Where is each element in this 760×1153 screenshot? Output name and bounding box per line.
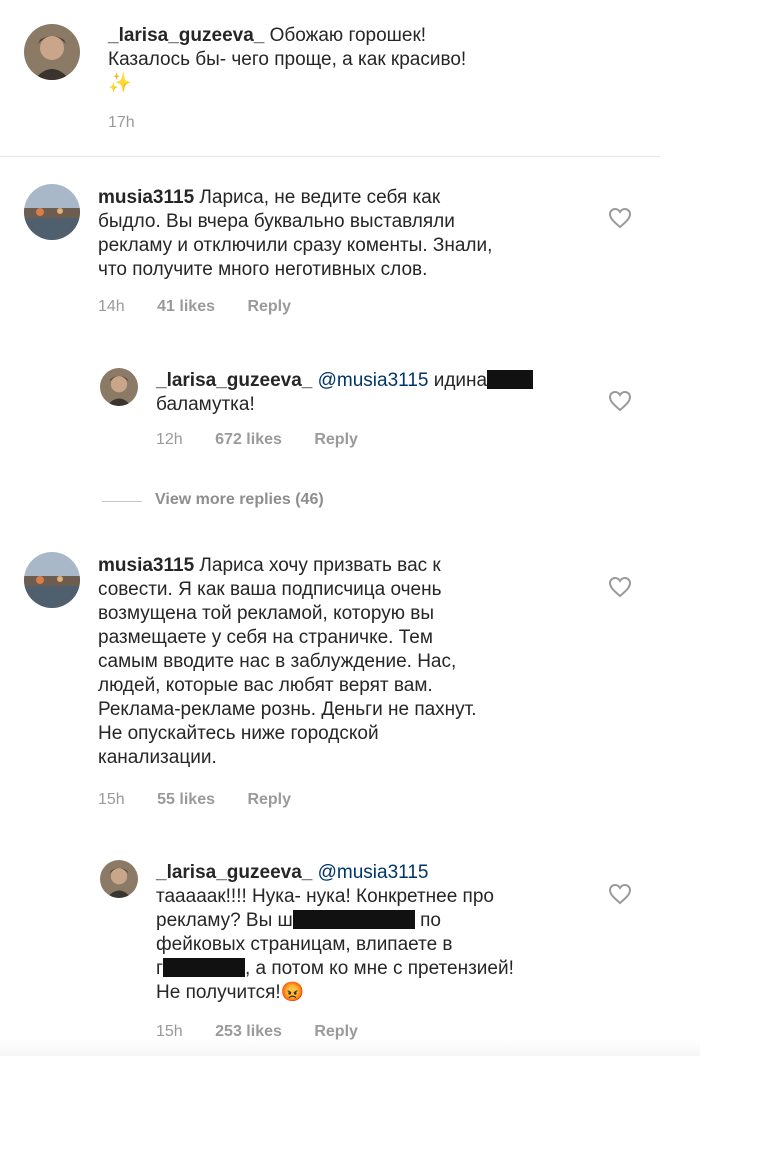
caption-username[interactable]: _larisa_guzeeva_	[108, 25, 264, 46]
musia-avatar-2[interactable]	[24, 552, 80, 608]
larisa-reply-avatar[interactable]	[100, 368, 138, 406]
redaction-bar	[487, 370, 534, 389]
larisa-avatar[interactable]	[24, 24, 80, 80]
comment-1-username[interactable]: musia3115	[98, 187, 194, 208]
musia-avatar[interactable]	[24, 184, 80, 240]
reply-2-line3: фейковых страницам, влипаете в	[156, 934, 453, 955]
comment-2-line6: людей, которые вас любят верят вам.	[98, 675, 433, 696]
comment-2-reply-button[interactable]: Reply	[247, 791, 291, 808]
reply-2-line2a: рекламу? Вы ш	[156, 910, 293, 931]
reply-2-line4a: г	[156, 958, 163, 979]
reply-1-username[interactable]: _larisa_guzeeva_	[156, 370, 312, 391]
larisa-reply-avatar-2[interactable]	[100, 860, 138, 898]
reply-1-reply-button[interactable]: Reply	[314, 431, 358, 448]
caption-line1: Обожаю горошек!	[269, 25, 427, 46]
redaction-bar-3	[162, 958, 245, 977]
comment-1-like-heart-icon[interactable]	[608, 207, 632, 229]
divider	[0, 156, 660, 157]
reply-1-text: _larisa_guzeeva_ @musia3115 идина баламу…	[156, 369, 596, 417]
reply-2-meta: 15h 253 likes Reply	[156, 1023, 386, 1041]
panel-bottom-edge	[0, 1040, 700, 1056]
comment-2-line4: размещаете у себя на страничке. Тем	[98, 627, 433, 648]
comment-2-line5: самым вводите нас в заблуждение. Нас,	[98, 651, 457, 672]
comment-2-likes[interactable]: 55 likes	[157, 791, 215, 808]
comment-2-time: 15h	[98, 791, 125, 808]
comment-1-line1: Лариса, не ведите себя как	[199, 187, 441, 208]
reply-2-likes[interactable]: 253 likes	[215, 1023, 282, 1040]
reply-2-line4b: , а потом ко мне с претензией!	[244, 958, 514, 979]
comment-2-line8: Не опускайтесь ниже городской	[98, 723, 379, 744]
comment-2-text: musia3115 Лариса хочу призвать вас к сов…	[98, 554, 598, 770]
view-more-replies-button[interactable]: View more replies (46)	[155, 491, 324, 509]
reply-2-line1: таааaак!!!! Нука- нука! Конкретнее про	[156, 886, 494, 907]
comment-1-time: 14h	[98, 298, 125, 315]
comment-1-line3: рекламу и отключили сразу коменты. Знали…	[98, 235, 493, 256]
reply-1-likes[interactable]: 672 likes	[215, 431, 282, 448]
comment-2-like-heart-icon[interactable]	[608, 576, 632, 598]
reply-1-line2: баламутка!	[156, 394, 255, 415]
comment-1-likes[interactable]: 41 likes	[157, 298, 215, 315]
comment-1-line2: быдло. Вы вчера буквально выставляли	[98, 211, 455, 232]
reply-2-time: 15h	[156, 1023, 183, 1040]
reply-2-username[interactable]: _larisa_guzeeva_	[156, 862, 312, 883]
reply-2-text: _larisa_guzeeva_ @musia3115 таааaак!!!! …	[156, 861, 596, 1005]
comment-2-line2: совести. Я как ваша подписчица очень	[98, 579, 442, 600]
redaction-bar-2	[292, 910, 415, 929]
caption-meta: 17h	[108, 114, 163, 132]
view-more-line	[102, 501, 142, 502]
reply-1-meta: 12h 672 likes Reply	[156, 431, 386, 449]
comments-panel: _larisa_guzeeva_ Обожаю горошек! Казалос…	[0, 0, 700, 1055]
comment-2-meta: 15h 55 likes Reply	[98, 791, 319, 809]
comment-2-line3: возмущена той рекламой, которую вы	[98, 603, 434, 624]
comment-1-line4: что получите много неготивных слов.	[98, 259, 428, 280]
comment-1-meta: 14h 41 likes Reply	[98, 298, 319, 316]
reply-1-time: 12h	[156, 431, 183, 448]
comment-1-text: musia3115 Лариса, не ведите себя как быд…	[98, 186, 598, 282]
comment-2-line7: Реклама-рекламе рознь. Деньги не пахнут.	[98, 699, 477, 720]
sparkles-emoji: ✨	[108, 73, 132, 94]
instagram-comments-screenshot: _larisa_guzeeva_ Обожаю горошек! Казалос…	[0, 0, 760, 1153]
angry-face-emoji: 😡	[280, 982, 305, 1003]
reply-1-like-heart-icon[interactable]	[608, 390, 632, 412]
comment-2-line9: канализации.	[98, 747, 217, 768]
reply-2-mention[interactable]: @musia3115	[318, 862, 429, 883]
reply-2-line5: Не получится!	[156, 982, 281, 1003]
reply-1-mention[interactable]: @musia3115	[318, 370, 429, 391]
comment-2-username[interactable]: musia3115	[98, 555, 194, 576]
reply-2-reply-button[interactable]: Reply	[314, 1023, 358, 1040]
comment-2-line1: Лариса хочу призвать вас к	[199, 555, 441, 576]
caption-time: 17h	[108, 114, 135, 131]
caption-text: _larisa_guzeeva_ Обожаю горошек! Казалос…	[108, 24, 648, 96]
reply-2-like-heart-icon[interactable]	[608, 883, 632, 905]
reply-2-line2b: по	[420, 910, 441, 931]
reply-1-line1: идина	[433, 370, 488, 391]
caption-line2: Казалось бы- чего проще, а как красиво!	[108, 49, 467, 70]
comment-1-reply-button[interactable]: Reply	[247, 298, 291, 315]
